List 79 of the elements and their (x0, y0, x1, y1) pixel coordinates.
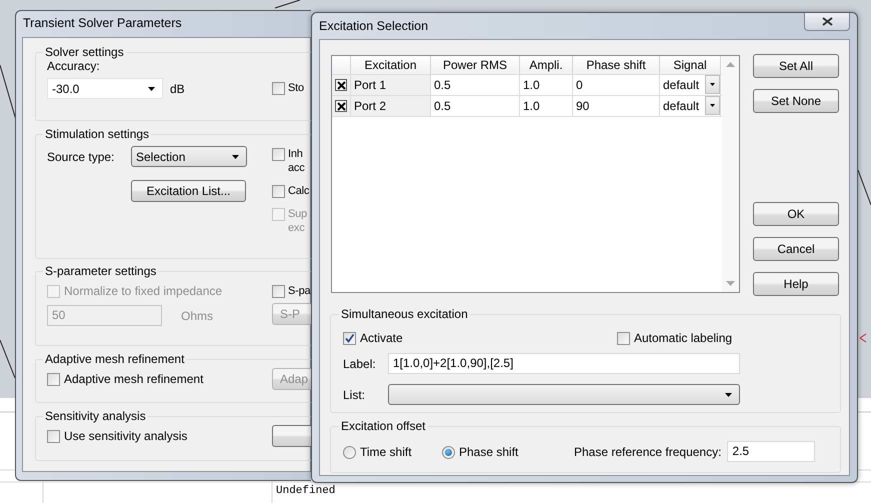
field-label: Accuracy: (47, 59, 101, 73)
column-header: Ampli. (520, 56, 573, 74)
checkbox[interactable] (272, 148, 285, 161)
checkbox[interactable] (272, 285, 285, 298)
table-cell: 0.5 (431, 75, 520, 95)
checkbox[interactable] (47, 430, 60, 443)
excitation-list-button[interactable]: Excitation List... (131, 180, 246, 202)
radio-button[interactable] (442, 446, 455, 458)
column-header: Excitation (351, 56, 431, 74)
checkbox[interactable] (335, 79, 347, 91)
window-title: Excitation Selection (319, 19, 428, 33)
checkbox[interactable] (343, 332, 356, 345)
window-title: Transient Solver Parameters (23, 16, 182, 30)
caret-icon (232, 154, 239, 158)
caret-icon (148, 86, 155, 90)
table-cell-text: default (663, 98, 700, 115)
column-header: Signal (660, 56, 721, 74)
checkbox-label: Normalize to fixed impedance (64, 284, 222, 298)
checkbox[interactable] (272, 82, 285, 95)
table-cell: 90 (573, 96, 660, 116)
group-title: Stimulation settings (44, 127, 150, 141)
table-cell: Port 2 (351, 96, 431, 116)
group-title: Simultaneous excitation (340, 307, 469, 321)
checkbox-label: Sto (288, 81, 304, 95)
button[interactable]: Help (753, 272, 839, 296)
checkbox-label: Use sensitivity analysis (64, 429, 188, 443)
button[interactable]: Set All (753, 54, 839, 78)
checkbox[interactable] (272, 185, 285, 198)
group-title: Solver settings (44, 45, 125, 59)
dropdown-button[interactable] (705, 96, 720, 115)
radio-button[interactable] (343, 446, 356, 458)
checkbox-label: Inh acc (288, 147, 305, 175)
group-title: Excitation offset (340, 419, 426, 433)
caret-icon (710, 83, 715, 86)
table-cell: Undefined (276, 485, 336, 497)
label-field[interactable]: 1[1.0,0]+2[1.0,90],[2.5] (388, 353, 740, 374)
list-dropdown[interactable] (388, 384, 740, 405)
radio-label: Time shift (360, 444, 412, 458)
source-type-dropdown[interactable]: Selection (131, 146, 247, 167)
checkbox-label: Adaptive mesh refinement (64, 372, 204, 386)
field-label: List: (343, 388, 366, 402)
radio-label: Phase shift (459, 444, 518, 458)
button[interactable] (272, 425, 311, 447)
close-icon (822, 17, 832, 26)
column-header: Phase shift (573, 56, 660, 74)
unit-label: dB (170, 82, 185, 96)
table-cell: 1.0 (520, 96, 573, 116)
button[interactable]: OK (753, 202, 839, 226)
checkbox-label: S-pa (288, 284, 310, 298)
caret-icon (710, 104, 715, 107)
button[interactable]: Set None (753, 89, 839, 113)
field-label: Label: (343, 356, 377, 370)
checkbox-label: Automatic labeling (634, 331, 732, 345)
table-cell: 1.0 (520, 75, 573, 95)
checkbox-label: Calc (288, 184, 310, 198)
group-title: Adaptive mesh refinement (44, 352, 186, 366)
table-cell: Port 1 (351, 75, 431, 95)
scrollbar[interactable] (722, 56, 739, 292)
down-arrow-icon (726, 281, 735, 286)
up-arrow-icon (726, 62, 735, 67)
unit-label: Ohms (181, 308, 214, 322)
field-label: Source type: (47, 150, 116, 164)
group-title: Sensitivity analysis (44, 409, 147, 423)
group-title: S-parameter settings (44, 264, 158, 278)
checkbox-label: Sup exc (288, 207, 307, 235)
checkbox[interactable] (47, 373, 60, 386)
table-cell: 0 (573, 75, 660, 95)
accuracy-dropdown[interactable]: -30.0 (47, 78, 163, 99)
close-button[interactable] (804, 13, 850, 31)
field-label: Phase reference frequency: (574, 444, 722, 458)
column-header: Power RMS (431, 56, 520, 74)
checkbox[interactable] (617, 332, 630, 345)
button[interactable]: Cancel (753, 237, 839, 261)
table-cell-text: default (663, 77, 700, 94)
table-cell: 0.5 (431, 96, 520, 116)
frequency-field[interactable]: 2.5 (727, 441, 816, 462)
checkbox[interactable] (335, 100, 347, 112)
dropdown-button[interactable] (705, 75, 720, 94)
checkbox-label: Activate (360, 331, 403, 345)
